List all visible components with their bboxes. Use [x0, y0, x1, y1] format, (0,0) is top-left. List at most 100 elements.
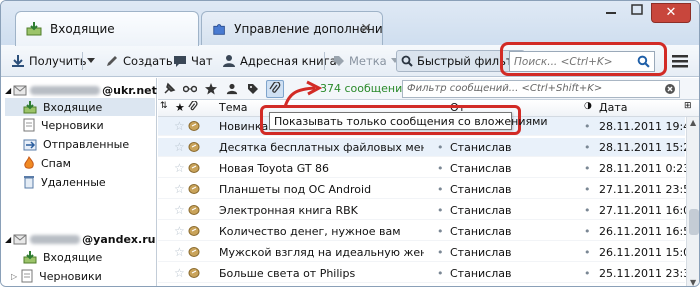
thread-dot: • — [437, 225, 444, 238]
folder-label: Черновики — [39, 269, 102, 283]
chat-button[interactable]: Чат — [173, 51, 213, 71]
table-row[interactable]: ☆ Мужской взгляд на идеальную женщину • Ста… — [158, 243, 697, 262]
tab-inbox[interactable]: Входящие — [15, 11, 199, 46]
tag-label: Метка — [349, 54, 387, 68]
tab-bar: Входящие Управление дополнения... ✕ ✕ — [1, 1, 699, 46]
pin-icon[interactable] — [161, 81, 177, 97]
thread-dot: • — [437, 267, 444, 280]
folder-spam[interactable]: Спам — [19, 154, 155, 172]
message-date: 27.11.2011 16:02 — [599, 204, 698, 217]
folder-label: Входящие — [43, 250, 103, 264]
star-icon[interactable]: ☆ — [174, 119, 185, 133]
folder-pane: ◢ @ukr.net Входящие Черновики Отправленн… — [1, 78, 157, 286]
table-row[interactable]: ☆ Больше света от Philips • Станислав • 25.11… — [158, 264, 697, 283]
draft-icon — [21, 269, 33, 283]
account2-suffix: @yandex.ru — [82, 232, 156, 246]
clear-filter-icon[interactable] — [664, 83, 676, 95]
address-book-button[interactable]: Адресная книга — [222, 51, 337, 71]
app-menu-icon[interactable] — [669, 51, 691, 71]
address-book-label: Адресная книга — [240, 54, 337, 68]
read-dot[interactable]: • — [584, 225, 591, 238]
column-picker-icon[interactable]: ⊞ — [684, 101, 692, 111]
folder-inbox[interactable]: Входящие — [19, 248, 155, 266]
read-dot[interactable]: • — [584, 267, 591, 280]
close-tab-icon[interactable]: ✕ — [360, 21, 372, 37]
star-filter-icon[interactable] — [203, 81, 219, 97]
folder-inbox[interactable]: Входящие — [5, 98, 155, 116]
star-icon[interactable]: ☆ — [174, 182, 185, 196]
account-ukr[interactable]: ◢ @ukr.net — [5, 82, 157, 98]
table-row[interactable]: ☆ Новая Toyota GT 86 • Станислав • 28.11.2011… — [158, 159, 690, 178]
star-icon[interactable]: ☆ — [174, 203, 185, 217]
folder-drafts[interactable]: Черновики — [19, 116, 155, 134]
tree-toggle-icon[interactable]: ◢ — [5, 86, 11, 95]
table-row[interactable]: ☆ Количество денег, нужное вам • Станислав •… — [158, 222, 697, 241]
read-dot[interactable]: • — [584, 246, 591, 259]
minimize-icon[interactable] — [599, 1, 623, 19]
scroll-thumb[interactable] — [689, 209, 699, 235]
scroll-down-icon[interactable]: ▼ — [690, 278, 696, 286]
thread-column-icon[interactable]: ⇅ — [160, 101, 168, 111]
attachment-column-icon[interactable] — [188, 100, 198, 116]
contact-icon — [223, 55, 235, 67]
read-dot[interactable]: • — [584, 162, 591, 175]
star-icon[interactable]: ☆ — [174, 224, 185, 238]
attachment-icon — [188, 120, 200, 135]
inbox-icon — [23, 100, 37, 113]
message-date: 26.11.2011 15:08 — [599, 246, 698, 259]
star-column-icon[interactable]: ★ — [175, 101, 185, 114]
contact-filter-icon[interactable] — [224, 81, 240, 97]
get-mail-label: Получить — [29, 54, 87, 68]
message-count: 374 сообщения — [320, 82, 409, 95]
folder-label: Черновики — [41, 118, 104, 132]
read-column-icon[interactable]: ◑ — [584, 101, 592, 111]
draft-icon — [23, 118, 35, 132]
message-date: 28.11.2011 15:20 — [599, 141, 698, 154]
unread-filter-icon[interactable] — [182, 81, 198, 97]
tree-toggle-icon[interactable]: ◢ — [5, 235, 11, 244]
folder-sent[interactable]: Отправленные — [19, 135, 155, 153]
search-highlight-box — [500, 42, 667, 76]
thunderbird-window: Входящие Управление дополнения... ✕ ✕ По… — [0, 0, 700, 287]
star-icon[interactable]: ☆ — [174, 266, 185, 280]
redacted-username — [30, 234, 81, 244]
message-filter-input[interactable]: Фильтр сообщений... <Ctrl+Shift+K> — [402, 80, 680, 98]
folder-label: Отправленные — [43, 137, 130, 151]
tag-filter-icon[interactable] — [245, 81, 261, 97]
message-from: Станислав — [450, 204, 512, 217]
thread-dot: • — [437, 246, 444, 259]
tag-button[interactable]: Метка — [333, 51, 403, 71]
get-mail-button[interactable]: Получить — [11, 51, 87, 71]
message-list-scrollbar[interactable]: ▲ ▼ — [686, 117, 699, 286]
subject-column-header[interactable]: Тема — [219, 101, 248, 114]
message-from: Станислав — [450, 141, 512, 154]
table-row[interactable]: ☆ Десятка бесплатных файловых менеджер...… — [158, 138, 697, 157]
attachment-icon — [188, 225, 200, 240]
star-icon[interactable]: ☆ — [174, 161, 185, 175]
tree-toggle-icon[interactable]: ▷ — [11, 272, 17, 281]
attachment-icon — [188, 267, 200, 282]
folder-drafts[interactable]: ▷ Черновики — [11, 267, 155, 285]
star-icon[interactable]: ☆ — [174, 245, 185, 259]
folder-trash[interactable]: Удаленные — [19, 173, 155, 191]
scroll-up-icon[interactable]: ▲ — [690, 118, 696, 127]
write-button[interactable]: Создать — [105, 51, 173, 71]
attachment-icon — [188, 162, 200, 177]
window-close-button[interactable]: ✕ — [651, 3, 691, 23]
date-column-header[interactable]: Дата — [599, 101, 627, 114]
star-icon[interactable]: ☆ — [174, 140, 185, 154]
table-row[interactable]: ☆ Электронная книга RBK • Станислав • 27.11.2… — [158, 201, 697, 220]
thread-dot: • — [437, 141, 444, 154]
inbox-icon — [26, 22, 42, 36]
read-dot[interactable]: • — [584, 183, 591, 196]
account-yandex[interactable]: ◢ @yandex.ru — [5, 231, 155, 247]
get-mail-dropdown[interactable] — [87, 51, 99, 71]
read-dot[interactable]: • — [584, 120, 591, 133]
read-dot[interactable]: • — [584, 141, 591, 154]
read-dot[interactable]: • — [584, 204, 591, 217]
chat-label: Чат — [191, 54, 213, 68]
message-list: ☆Новинка...•Станислав•28.11.2011 19:47☆Д… — [158, 117, 697, 286]
table-row[interactable]: ☆ Планшеты под ОС Android • Станислав • 27.11… — [158, 180, 697, 199]
tab-addons[interactable]: Управление дополнения... ✕ — [201, 11, 383, 45]
maximize-icon[interactable] — [625, 1, 649, 19]
